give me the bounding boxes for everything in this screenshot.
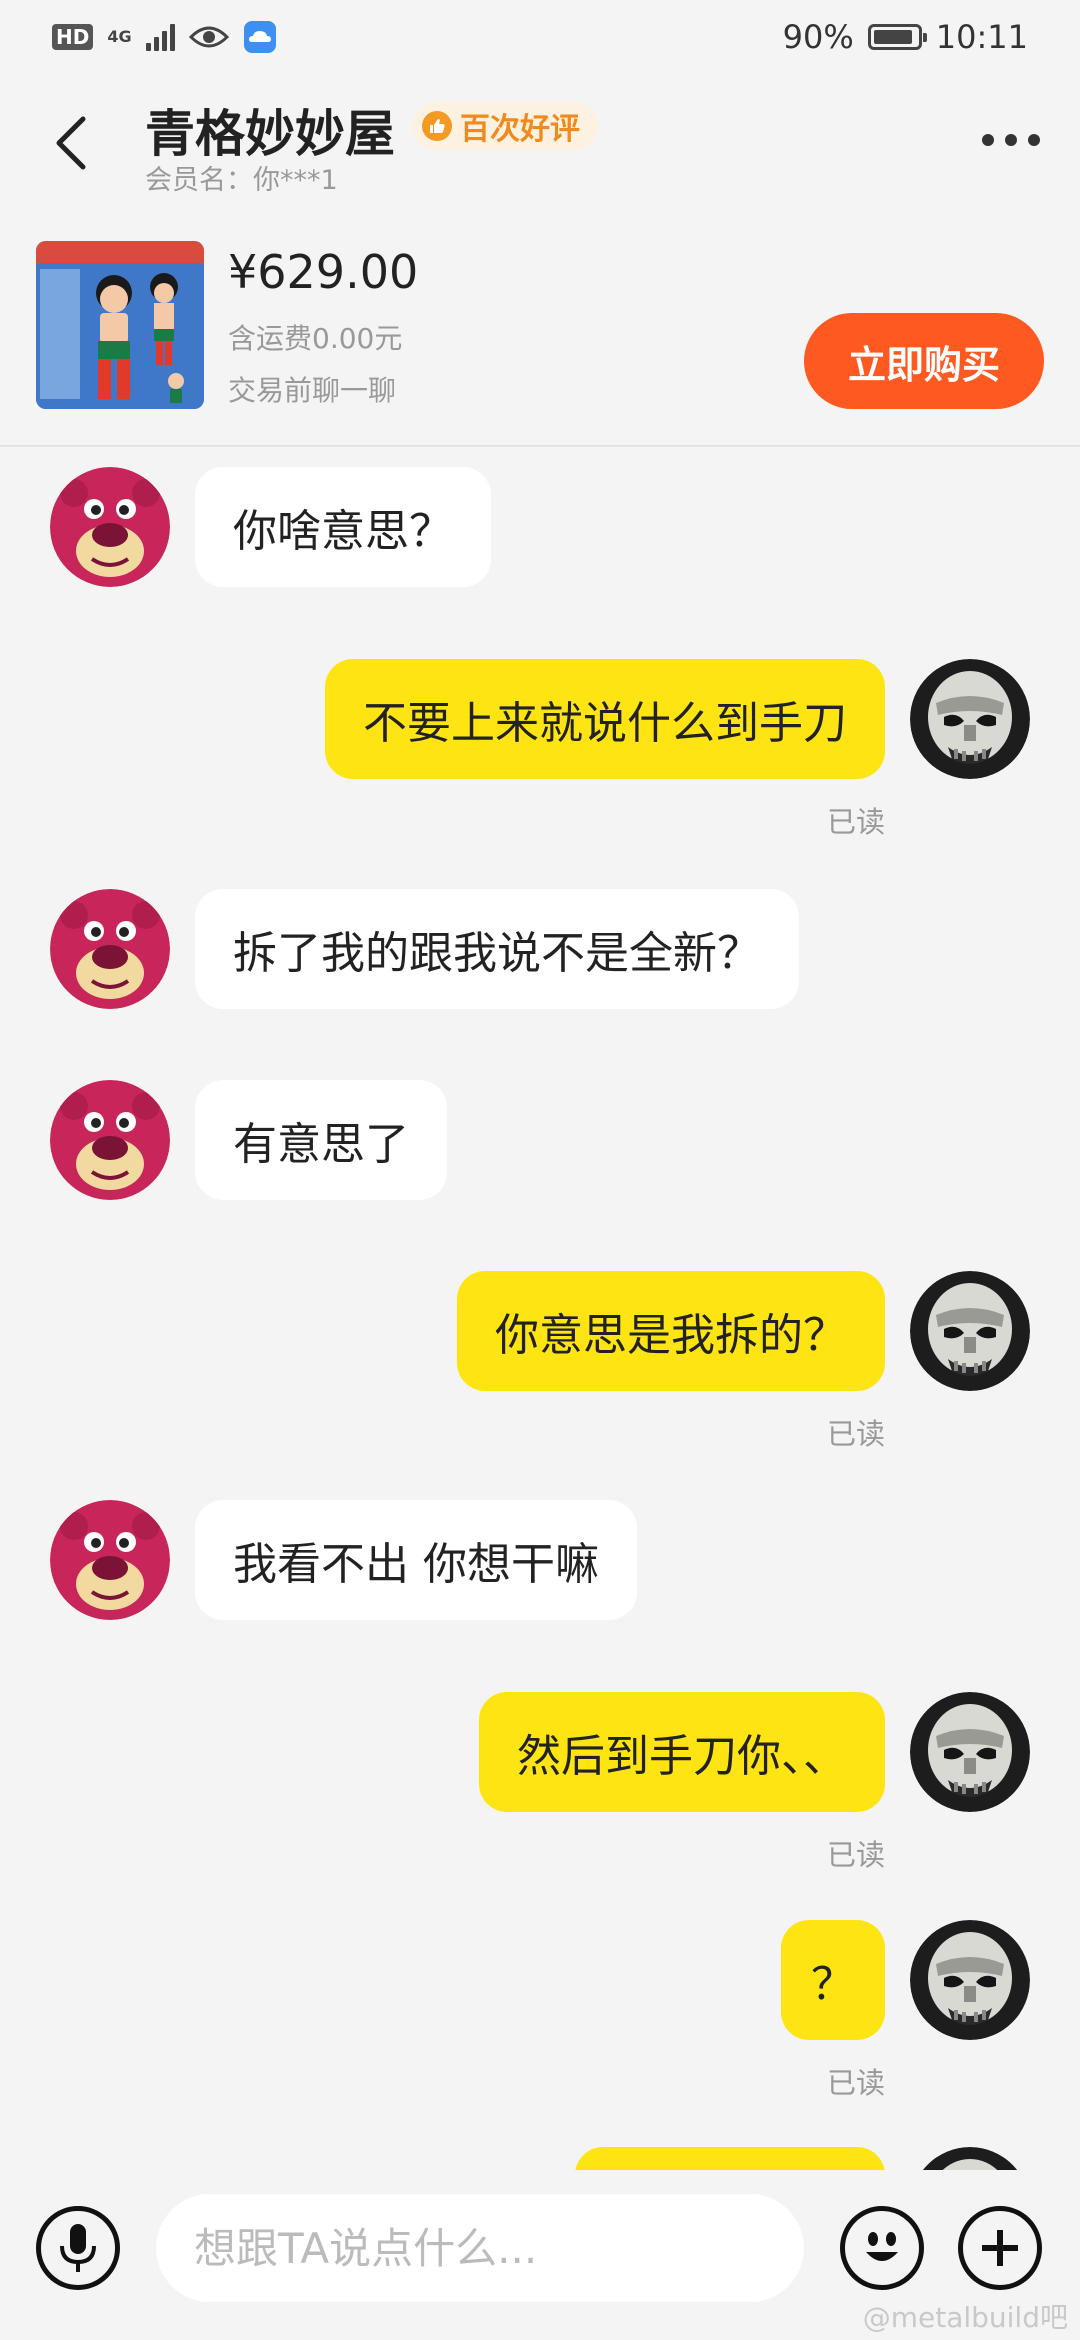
product-thumbnail[interactable] (36, 241, 204, 409)
hd-icon: HD (52, 24, 94, 50)
smiley-icon (866, 2232, 898, 2261)
chat-header: 青格妙妙屋 百次好评 会员名：你***1 (0, 72, 1080, 202)
chat-first-note: 交易前聊一聊 (228, 374, 397, 407)
read-status: 已读 (826, 1838, 885, 1872)
my-avatar[interactable] (910, 659, 1030, 779)
watermark: @metalbuild吧 (862, 2301, 1068, 2334)
plus-icon (982, 2230, 1018, 2266)
read-status: 已读 (826, 2066, 885, 2100)
message-bubble-outgoing[interactable] (575, 2147, 885, 2170)
badge-label: 百次好评 (460, 112, 580, 147)
clock: 10:11 (935, 18, 1028, 56)
microphone-icon (60, 2224, 96, 2272)
battery-percent: 90% (782, 18, 854, 56)
status-right: 90% 10:11 (783, 18, 1028, 56)
seller-avatar[interactable] (50, 467, 170, 587)
message-bubble-incoming[interactable]: 我看不出 你想干嘛 (195, 1500, 637, 1620)
shop-name: 青格妙妙屋 (145, 105, 395, 163)
back-button[interactable] (40, 108, 100, 178)
emoji-button[interactable] (840, 2206, 924, 2290)
seller-avatar[interactable] (50, 1080, 170, 1200)
member-name: 会员名：你***1 (145, 165, 338, 196)
thumbs-up-icon (422, 111, 452, 141)
chevron-left-icon (56, 116, 86, 170)
message-bubble-incoming[interactable]: 有意思了 (195, 1080, 447, 1200)
read-status: 已读 (826, 1417, 885, 1451)
battery-icon (867, 24, 927, 50)
message-input[interactable] (156, 2194, 804, 2302)
network-type: 4G (107, 27, 132, 46)
message-bubble-incoming[interactable]: 你啥意思？ (195, 467, 491, 587)
battery-fill (873, 30, 912, 44)
message-list[interactable]: 你啥意思？ 不要上来就说什么到手刀 已读 拆了我的跟我说不是全新？ 有意思了 你… (0, 447, 1080, 2170)
review-badge: 百次好评 (412, 102, 598, 150)
status-bar: HD 4G 90% 10:11 (0, 0, 1080, 72)
message-bubble-outgoing[interactable]: ？ (781, 1920, 885, 2040)
my-avatar[interactable] (910, 1271, 1030, 1391)
signal-icon (145, 23, 175, 51)
shipping-fee: 含运费0.00元 (228, 322, 403, 355)
message-bubble-outgoing[interactable]: 你意思是我拆的？ (457, 1271, 885, 1391)
eye-icon (188, 26, 229, 48)
my-avatar[interactable] (910, 2147, 1030, 2170)
status-left: HD 4G (52, 20, 277, 54)
cloud-icon (243, 21, 276, 53)
buy-now-button[interactable]: 立即购买 (804, 313, 1044, 409)
add-attachment-button[interactable] (958, 2206, 1042, 2290)
my-avatar[interactable] (910, 1692, 1030, 1812)
message-bubble-incoming[interactable]: 拆了我的跟我说不是全新？ (195, 889, 799, 1009)
message-bubble-outgoing[interactable]: 不要上来就说什么到手刀 (325, 659, 885, 779)
product-card[interactable]: ¥629.00 含运费0.00元 交易前聊一聊 立即购买 (0, 215, 1080, 447)
voice-input-button[interactable] (36, 2206, 120, 2290)
message-bubble-outgoing[interactable]: 然后到手刀你、、 (479, 1692, 885, 1812)
seller-avatar[interactable] (50, 889, 170, 1009)
seller-avatar[interactable] (50, 1500, 170, 1620)
my-avatar[interactable] (910, 1920, 1030, 2040)
product-price: ¥629.00 (228, 245, 419, 299)
more-menu-icon[interactable] (982, 134, 1040, 146)
toy-figure-image (36, 241, 204, 409)
read-status: 已读 (826, 805, 885, 839)
